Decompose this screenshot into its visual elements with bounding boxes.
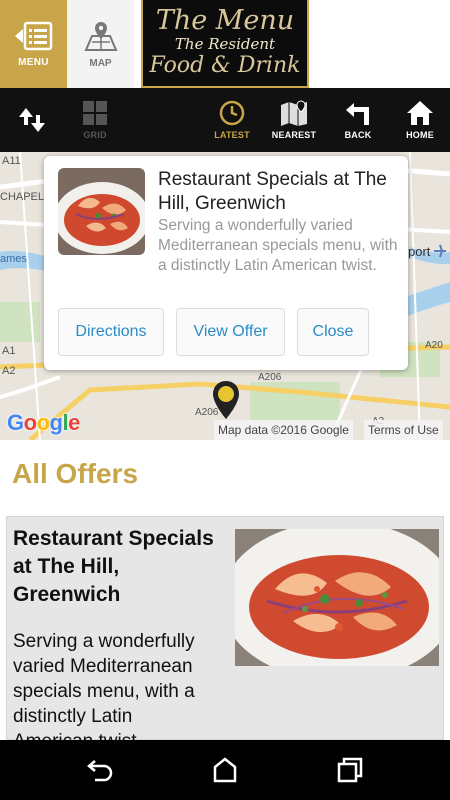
system-navigation-bar [0,740,450,800]
nearest-map-icon [281,100,307,126]
grid-label: GRID [83,130,107,140]
menu-button[interactable]: MENU [0,0,67,88]
grid-button[interactable]: GRID [70,88,120,152]
map-label-a1: A1 [2,345,15,357]
home-nav-icon[interactable] [210,755,240,785]
back-arrow-icon [346,103,369,125]
offer-card[interactable]: Restaurant Specials at The Hill, Greenwi… [6,516,444,752]
location-pin-icon[interactable] [212,380,240,420]
popup-title: Restaurant Specials at The Hill, Greenwi… [158,169,387,214]
menu-list-icon [14,21,52,50]
logo-line-1: The Menu [155,5,295,36]
home-button[interactable]: HOME [398,88,442,152]
back-nav-icon[interactable] [85,755,115,785]
section-title: All Offers [12,458,139,489]
google-logo: Google [7,410,80,435]
view-offer-button[interactable]: View Offer [176,308,285,356]
map-pin-icon [83,21,118,51]
map-label-a2: A2 [2,365,15,377]
popup-food-image [58,168,145,255]
home-label: HOME [406,130,434,140]
menu-label: MENU [18,56,49,68]
offer-description: Serving a wonderfully varied Mediterrane… [13,629,441,754]
map-label: MAP [89,57,112,69]
nearest-label: NEAREST [271,130,317,140]
toolbar: GRID LATEST NEAREST BACK HOME [0,88,450,152]
clock-icon [219,100,245,126]
offer-title: Restaurant Specials at The Hill, Greenwi… [13,527,214,606]
recents-nav-icon[interactable] [335,755,365,785]
map-data-attribution: Map data ©2016 Google [214,420,353,440]
popup-description: Serving a wonderfully varied Mediterrane… [158,217,398,274]
map-label-thames: ames [0,253,27,265]
latest-label: LATEST [214,130,250,140]
latest-button[interactable]: LATEST [210,88,254,152]
offer-description-text: Serving a wonderfully varied Mediterrane… [13,631,195,752]
sort-arrows-icon [19,108,45,132]
directions-button[interactable]: Directions [58,308,164,356]
map-label-airport: port [408,244,431,259]
back-button[interactable]: BACK [336,88,380,152]
logo-line-3: Food & Drink [149,53,301,78]
map-button[interactable]: MAP [67,0,134,88]
home-icon [407,101,433,125]
map-label-chapel: CHAPEL [0,191,44,203]
logo-line-2: The Resident [174,35,276,53]
map-label-a206-north: A206 [258,372,282,383]
app-header: MENU MAP The Menu The Resident Food & Dr… [0,0,450,88]
map-label-a11: A11 [2,155,21,167]
nearest-button[interactable]: NEAREST [272,88,316,152]
sort-button[interactable] [14,88,50,152]
terms-of-use-link[interactable]: Terms of Use [364,420,443,440]
back-label: BACK [344,130,372,140]
grid-icon [83,101,107,125]
map-label-a20: A20 [425,340,443,351]
app-logo: The Menu The Resident Food & Drink [141,0,309,88]
close-button[interactable]: Close [297,308,369,356]
map-info-popup: Restaurant Specials at The Hill, Greenwi… [44,156,408,370]
